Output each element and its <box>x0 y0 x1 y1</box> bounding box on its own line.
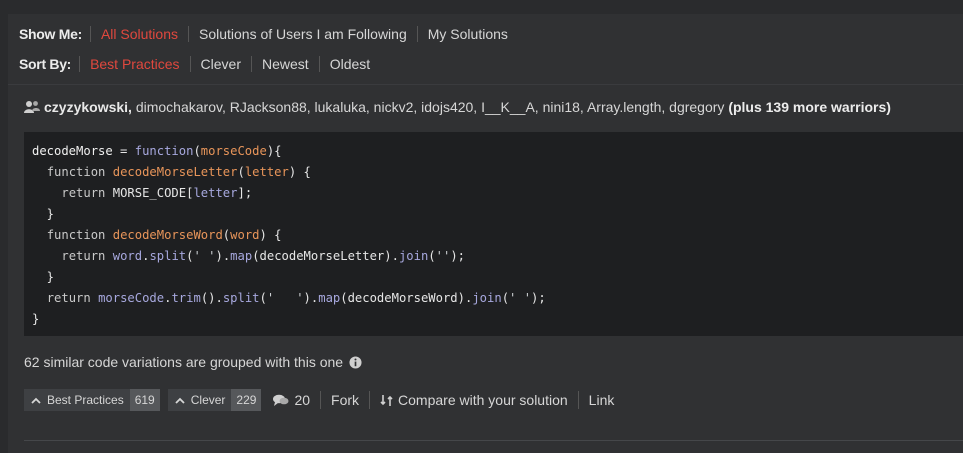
chevron-up-icon <box>175 397 185 404</box>
sort-best-practices[interactable]: Best Practices <box>79 56 189 72</box>
author-list[interactable]: dimochakarov, RJackson88, lukaluka, nick… <box>132 99 728 115</box>
info-icon[interactable] <box>349 355 362 369</box>
more-warriors: (plus 139 more warriors) <box>728 99 891 115</box>
top-strip <box>0 0 963 14</box>
comment-icon <box>273 394 289 406</box>
users-icon <box>24 101 40 113</box>
compare-icon <box>380 394 393 406</box>
vote-best-practices-button[interactable]: Best Practices 619 <box>24 389 160 411</box>
vote-count: 229 <box>231 389 262 411</box>
vote-clever-button[interactable]: Clever 229 <box>167 389 262 411</box>
sort-oldest[interactable]: Oldest <box>318 56 380 72</box>
sort-newest[interactable]: Newest <box>251 56 319 72</box>
solution-authors: czyzykowski, dimochakarov, RJackson88, l… <box>24 99 891 115</box>
vote-count: 619 <box>129 389 160 411</box>
solutions-panel: Show Me: All Solutions Solutions of User… <box>8 14 963 453</box>
compare-label: Compare with your solution <box>398 392 568 408</box>
show-me-filter: Show Me: All Solutions Solutions of User… <box>19 24 518 44</box>
sort-by-filter: Sort By: Best Practices Clever Newest Ol… <box>19 54 380 74</box>
sort-clever[interactable]: Clever <box>189 56 251 72</box>
chevron-up-icon <box>31 397 41 404</box>
variations-text: 62 similar code variations are grouped w… <box>24 354 344 370</box>
vote-label: Best Practices <box>47 393 124 407</box>
filter-my-solutions[interactable]: My Solutions <box>416 26 518 42</box>
filter-all-solutions[interactable]: All Solutions <box>89 26 188 42</box>
show-me-label: Show Me: <box>19 26 82 42</box>
code-block: decodeMorse = function(morseCode){ funct… <box>24 132 963 336</box>
vote-label: Clever <box>190 393 226 407</box>
code-snippet: decodeMorse = function(morseCode){ funct… <box>32 144 546 326</box>
sort-by-label: Sort By: <box>19 56 72 72</box>
compare-link[interactable]: Compare with your solution <box>369 391 578 409</box>
link-link[interactable]: Link <box>577 391 625 409</box>
divider <box>24 440 963 441</box>
variations-note: 62 similar code variations are grouped w… <box>24 354 362 370</box>
fork-link[interactable]: Fork <box>320 391 369 409</box>
comments-link[interactable]: 20 <box>269 391 320 409</box>
divider <box>8 84 963 85</box>
author-link[interactable]: czyzykowski, <box>44 99 132 115</box>
solution-actions: Best Practices 619 Clever 229 20 Fork Co <box>24 389 624 411</box>
comments-count: 20 <box>294 392 311 408</box>
left-strip <box>0 0 8 453</box>
filter-following-solutions[interactable]: Solutions of Users I am Following <box>187 26 417 42</box>
